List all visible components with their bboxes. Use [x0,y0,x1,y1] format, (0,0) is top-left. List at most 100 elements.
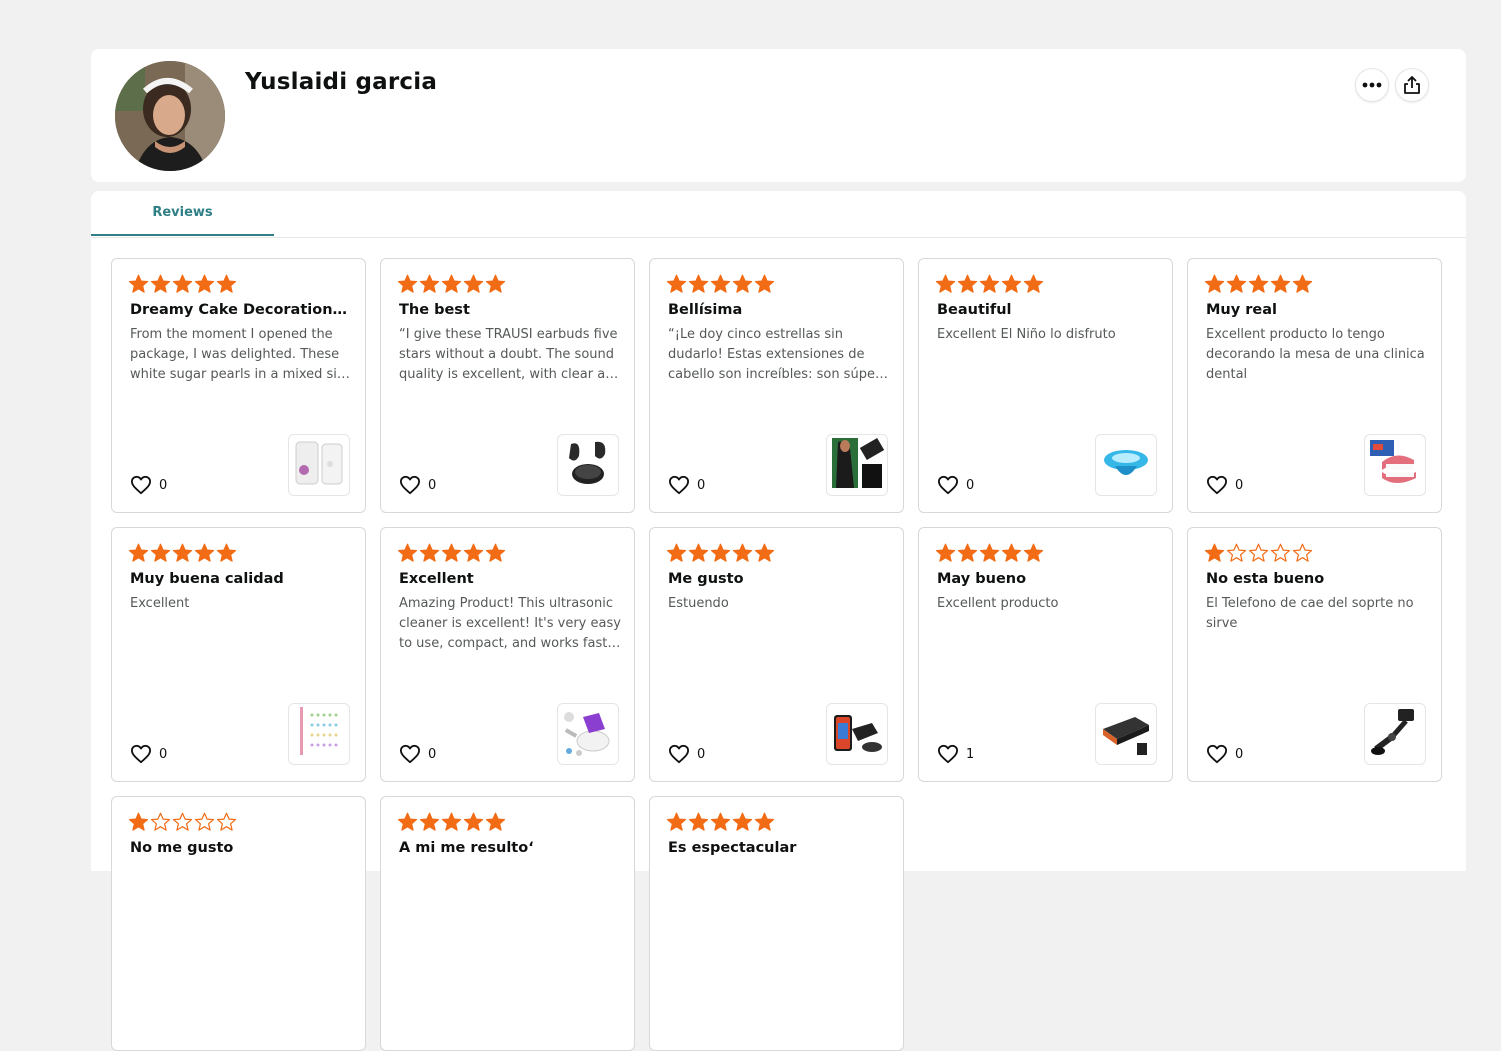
review-title: Es espectacular [668,840,797,856]
review-card[interactable]: Beautiful Excellent El Niño lo disfruto 0 [918,258,1173,513]
star-icon [1001,543,1022,563]
review-body: From the moment I opened the package, I … [130,327,350,382]
power-inverter-icon [1097,704,1155,764]
star-rating [666,274,775,294]
phone-holder-arm-icon [1366,704,1424,764]
share-button[interactable] [1396,69,1428,101]
helpful-count: 0 [697,746,706,762]
star-icon [485,812,506,832]
star-rating [666,812,775,832]
star-icon [194,812,215,832]
star-icon [710,274,731,294]
tab-reviews[interactable]: Reviews [91,191,274,236]
ultrasonic-cleaner-icon [559,704,617,764]
more-options-button[interactable] [1356,69,1388,101]
review-card[interactable]: Muy real Excellent producto lo tengo deco… [1187,258,1442,513]
star-rating [397,274,506,294]
star-rating [1204,274,1313,294]
star-rating [128,812,237,832]
earbuds-icon [559,435,617,495]
star-icon [463,274,484,294]
star-icon [935,274,956,294]
product-thumbnail[interactable] [1095,703,1157,765]
helpful-count: 0 [159,746,168,762]
helpful-button[interactable]: 0 [1206,475,1243,495]
product-thumbnail[interactable] [1364,434,1426,496]
star-icon [754,274,775,294]
star-icon [1226,543,1247,563]
heart-icon [938,475,958,495]
star-icon [397,543,418,563]
star-icon [419,543,440,563]
review-card[interactable]: Me gusto Estuendo 0 [649,527,904,782]
profile-header: Yuslaidi garcia [91,49,1466,182]
review-card[interactable]: The best “I give these TRAUSI earbuds fiv… [380,258,635,513]
star-icon [957,274,978,294]
product-thumbnail[interactable] [557,434,619,496]
review-body: Estuendo [668,596,729,611]
star-icon [666,274,687,294]
review-card[interactable]: No esta bueno El Telefono de cae del sopr… [1187,527,1442,782]
heart-icon [669,744,689,764]
helpful-button[interactable]: 0 [130,475,167,495]
star-icon [1001,274,1022,294]
star-icon [485,543,506,563]
helpful-button[interactable]: 0 [1206,744,1243,764]
helpful-count: 0 [428,477,437,493]
star-icon [1248,274,1269,294]
star-icon [666,543,687,563]
helpful-count: 0 [1235,746,1244,762]
product-thumbnail[interactable] [288,434,350,496]
review-title: Me gusto [668,571,744,587]
tab-bar: Reviews [91,191,1466,238]
product-thumbnail[interactable] [826,434,888,496]
more-options-icon [1362,82,1382,88]
helpful-button[interactable]: 0 [399,744,436,764]
hair-extensions-icon [828,435,886,495]
star-icon [732,274,753,294]
product-thumbnail[interactable] [1364,703,1426,765]
product-thumbnail[interactable] [557,703,619,765]
review-card[interactable]: Es espectacular [649,796,904,1051]
product-thumbnail[interactable] [1095,434,1157,496]
helpful-button[interactable]: 0 [668,744,705,764]
review-card[interactable]: Excellent Amazing Product! This ultrasoni… [380,527,635,782]
helpful-button[interactable]: 0 [399,475,436,495]
review-title: Dreamy Cake Decoration wit… [130,302,352,318]
star-icon [172,812,193,832]
avatar[interactable] [115,61,225,171]
star-icon [1204,274,1225,294]
star-icon [1023,274,1044,294]
review-card[interactable]: Muy buena calidad Excellent 0 [111,527,366,782]
star-icon [688,543,709,563]
star-rating [1204,543,1313,563]
star-icon [732,812,753,832]
star-icon [216,543,237,563]
product-thumbnail[interactable] [288,703,350,765]
review-title: May bueno [937,571,1027,587]
helpful-button[interactable]: 0 [130,744,167,764]
helpful-button[interactable]: 0 [668,475,705,495]
star-icon [419,274,440,294]
star-icon [1292,274,1313,294]
star-icon [397,812,418,832]
star-icon [128,543,149,563]
heart-icon [399,475,420,495]
review-card[interactable]: No me gusto [111,796,366,1051]
review-card[interactable]: May bueno Excellent producto 1 [918,527,1173,782]
star-icon [710,812,731,832]
star-icon [128,812,149,832]
review-card[interactable]: Dreamy Cake Decoration wit… From the mome… [111,258,366,513]
review-title: Muy real [1206,302,1277,318]
helpful-button[interactable]: 0 [937,475,974,495]
review-title: Beautiful [937,302,1012,318]
helpful-button[interactable]: 1 [937,744,974,764]
star-icon [194,543,215,563]
review-card[interactable]: Bellísima “¡Le doy cinco estrellas sin du… [649,258,904,513]
dental-model-icon [1366,435,1424,495]
review-body: “I give these TRAUSI earbuds five stars … [399,327,619,382]
review-card[interactable]: A mi me resulto‘ [380,796,635,1051]
heart-icon [669,475,689,495]
product-thumbnail[interactable] [826,703,888,765]
review-title: Excellent [399,571,474,587]
